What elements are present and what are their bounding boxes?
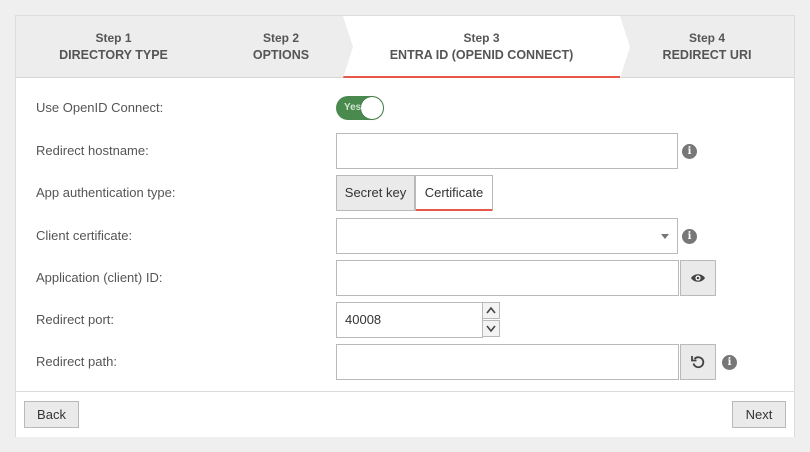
chevron-up-icon	[486, 306, 496, 314]
reset-path-button[interactable]	[680, 344, 716, 380]
chevron-down-icon	[661, 234, 669, 239]
row-redirect-port: Redirect port: 40008	[16, 302, 794, 338]
redirect-hostname-label: Redirect hostname:	[36, 143, 149, 158]
row-redirect-hostname: Redirect hostname: i	[16, 133, 794, 169]
step-chevron	[343, 16, 353, 78]
show-password-button[interactable]	[680, 260, 716, 296]
redirect-port-input[interactable]: 40008	[336, 302, 483, 338]
row-auth-type: App authentication type: Secret key Cert…	[16, 175, 794, 211]
step-number: Step 4	[688, 31, 725, 45]
step-title: OPTIONS	[252, 48, 310, 62]
info-icon[interactable]: i	[682, 144, 697, 159]
eye-icon	[691, 274, 705, 282]
redirect-hostname-input[interactable]	[336, 133, 678, 169]
row-redirect-path: Redirect path: i	[16, 344, 794, 380]
step-title: REDIRECT URI	[662, 48, 752, 62]
auth-type-secret-key[interactable]: Secret key	[336, 175, 415, 211]
step-title: DIRECTORY TYPE	[59, 48, 168, 62]
auth-type-certificate[interactable]: Certificate	[415, 175, 493, 211]
row-use-openid: Use OpenID Connect: Yes	[16, 94, 794, 130]
port-decrement-button[interactable]	[482, 320, 500, 337]
wizard-footer: Back Next	[16, 391, 794, 437]
step-directory-type[interactable]: Step 1 DIRECTORY TYPE	[16, 16, 211, 78]
redirect-port-label: Redirect port:	[36, 312, 115, 327]
reset-icon	[691, 356, 705, 369]
step-title: ENTRA ID (OPENID CONNECT)	[389, 48, 574, 62]
client-id-label: Application (client) ID:	[36, 270, 163, 285]
chevron-down-icon	[486, 325, 496, 333]
next-button[interactable]: Next	[732, 401, 786, 428]
auth-type-label: App authentication type:	[36, 185, 176, 200]
wizard-steps: Step 1 DIRECTORY TYPE Step 2 OPTIONS Ste…	[16, 16, 794, 79]
client-certificate-select[interactable]	[336, 218, 678, 254]
back-button[interactable]: Back	[24, 401, 79, 428]
step-chevron	[620, 16, 630, 78]
redirect-path-label: Redirect path:	[36, 354, 117, 369]
step-entra-id[interactable]: Step 3 ENTRA ID (OPENID CONNECT)	[343, 16, 620, 79]
info-icon[interactable]: i	[682, 229, 697, 244]
client-certificate-label: Client certificate:	[36, 228, 133, 243]
info-icon[interactable]: i	[722, 355, 737, 370]
use-openid-label: Use OpenID Connect:	[36, 100, 164, 115]
step-number: Step 2	[262, 31, 299, 45]
wizard-panel: Step 1 DIRECTORY TYPE Step 2 OPTIONS Ste…	[15, 15, 795, 437]
step-options[interactable]: Step 2 OPTIONS	[211, 16, 351, 78]
client-id-input[interactable]	[336, 260, 679, 296]
step-number: Step 3	[463, 31, 500, 45]
row-client-id: Application (client) ID:	[16, 260, 794, 296]
step-redirect-uri[interactable]: Step 4 REDIRECT URI	[620, 16, 794, 78]
toggle-knob	[361, 97, 383, 119]
toggle-state-text: Yes	[344, 102, 362, 113]
row-client-certificate: Client certificate: i	[16, 218, 794, 254]
use-openid-toggle[interactable]: Yes	[336, 96, 384, 120]
port-increment-button[interactable]	[482, 302, 500, 319]
step-number: Step 1	[95, 31, 132, 45]
redirect-path-input[interactable]	[336, 344, 679, 380]
